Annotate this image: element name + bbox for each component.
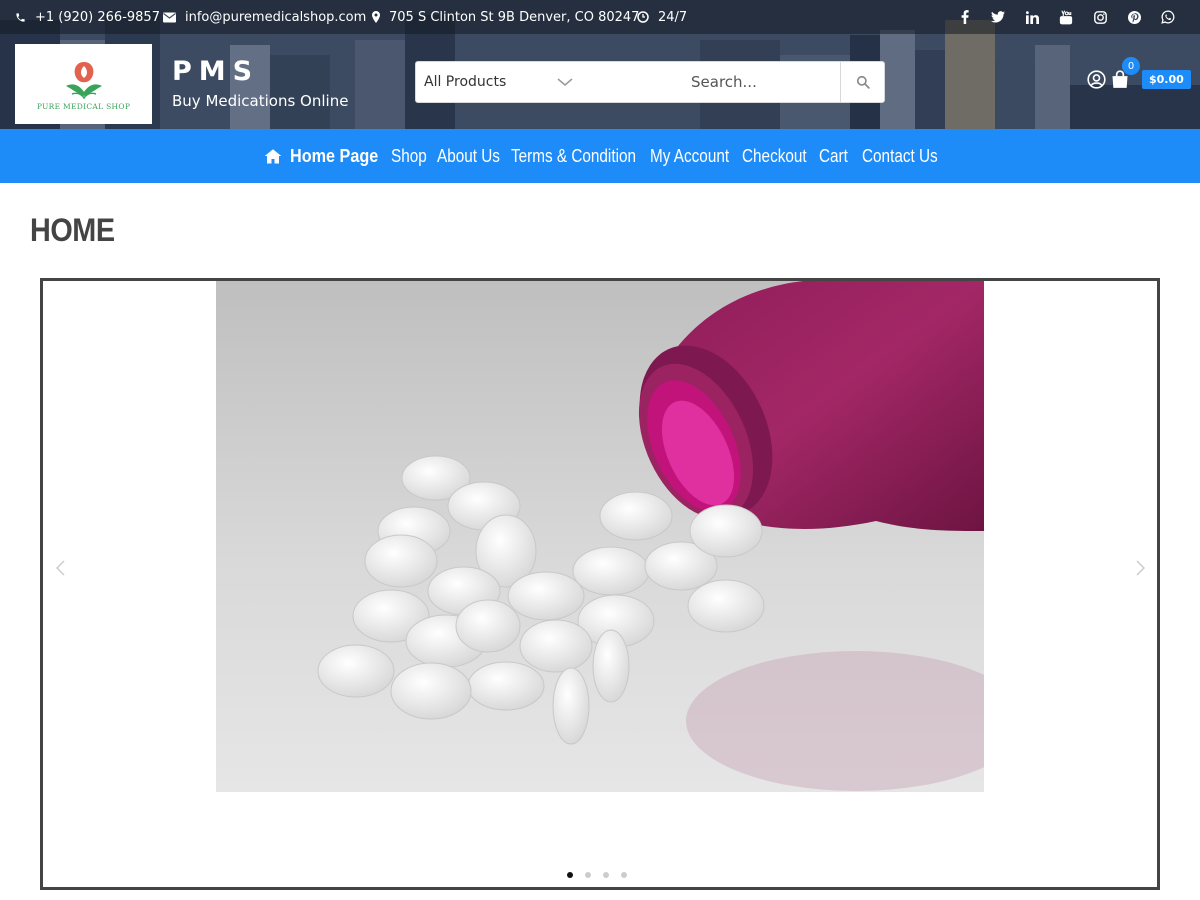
nav-item-label: Shop [391,145,427,166]
slider-dot-3[interactable] [603,872,609,878]
nav-item-terms[interactable]: Terms & Condition [511,129,658,183]
map-marker-icon [372,11,380,23]
image-slider [40,278,1160,890]
site-header: +1 (920) 266-9857 info@puremedicalshop.c… [0,0,1200,129]
nav-item-cart[interactable]: Cart [819,129,853,183]
phone-number: +1 (920) 266-9857 [35,9,160,25]
nav-item-label: Home Page [290,145,379,166]
nav-item-about-us[interactable]: About Us [437,129,511,183]
slider-prev-arrow[interactable] [53,557,67,579]
instagram-icon[interactable] [1089,0,1111,34]
nav-item-label: Contact Us [862,145,938,166]
top-info-bar: +1 (920) 266-9857 info@puremedicalshop.c… [0,0,1200,34]
hours-info: 24/7 [637,0,687,34]
phone-icon [16,12,25,22]
main-navigation: Home Page Shop About Us Terms & Conditio… [0,129,1200,183]
nav-item-label: About Us [437,145,500,166]
user-account-icon[interactable] [1087,70,1106,89]
chevron-left-icon [55,560,65,576]
store-hours: 24/7 [658,9,688,25]
store-address: 705 S Clinton St 9B Denver, CO 80247 [389,9,640,25]
slider-dot-2[interactable] [585,872,591,878]
address-info: 705 S Clinton St 9B Denver, CO 80247 [372,0,639,34]
phone-info[interactable]: +1 (920) 266-9857 [15,0,160,34]
email-info[interactable]: info@puremedicalshop.com [163,0,366,34]
slider-pagination [567,872,627,878]
slider-dot-1[interactable] [567,872,573,878]
nav-item-label: Cart [819,145,848,166]
search-input[interactable] [691,62,839,102]
slider-next-arrow[interactable] [1133,557,1147,579]
nav-item-label: Checkout [742,145,807,166]
twitter-icon[interactable] [987,0,1009,34]
page-title: HOME [30,212,115,248]
nav-item-label: My Account [650,145,730,166]
site-logo[interactable]: PURE MEDICAL SHOP [15,44,152,124]
site-tagline: Buy Medications Online [172,92,349,110]
slide-image [216,281,984,792]
product-search-bar: All Products [415,61,885,103]
email-address: info@puremedicalshop.com [185,9,367,25]
chevron-down-icon[interactable] [557,77,573,87]
chevron-right-icon [1135,560,1145,576]
nav-item-my-account[interactable]: My Account [650,129,743,183]
nav-item-home[interactable]: Home Page [264,129,388,183]
pinterest-icon[interactable] [1123,0,1145,34]
facebook-icon[interactable] [954,0,976,34]
site-title[interactable]: PMS [172,56,259,87]
linkedin-icon[interactable] [1021,0,1043,34]
envelope-icon [163,12,176,22]
home-icon [264,149,282,164]
nav-item-checkout[interactable]: Checkout [742,129,818,183]
nav-item-label: Terms & Condition [511,145,637,166]
pills-and-bottle-photo [216,281,984,792]
slider-dot-4[interactable] [621,872,627,878]
search-button[interactable] [840,62,885,102]
nav-item-shop[interactable]: Shop [391,129,433,183]
cart-total[interactable]: $0.00 [1142,70,1191,89]
search-icon [856,75,870,89]
youtube-icon[interactable] [1055,0,1077,34]
nav-item-contact-us[interactable]: Contact Us [862,129,951,183]
cart-count-badge: 0 [1122,57,1140,75]
clock-icon [637,11,649,23]
whatsapp-icon[interactable] [1157,0,1179,34]
logo-wordmark: PURE MEDICAL SHOP [36,101,131,111]
pure-medical-shop-logo-mark [65,61,102,99]
category-select[interactable]: All Products [424,62,506,102]
